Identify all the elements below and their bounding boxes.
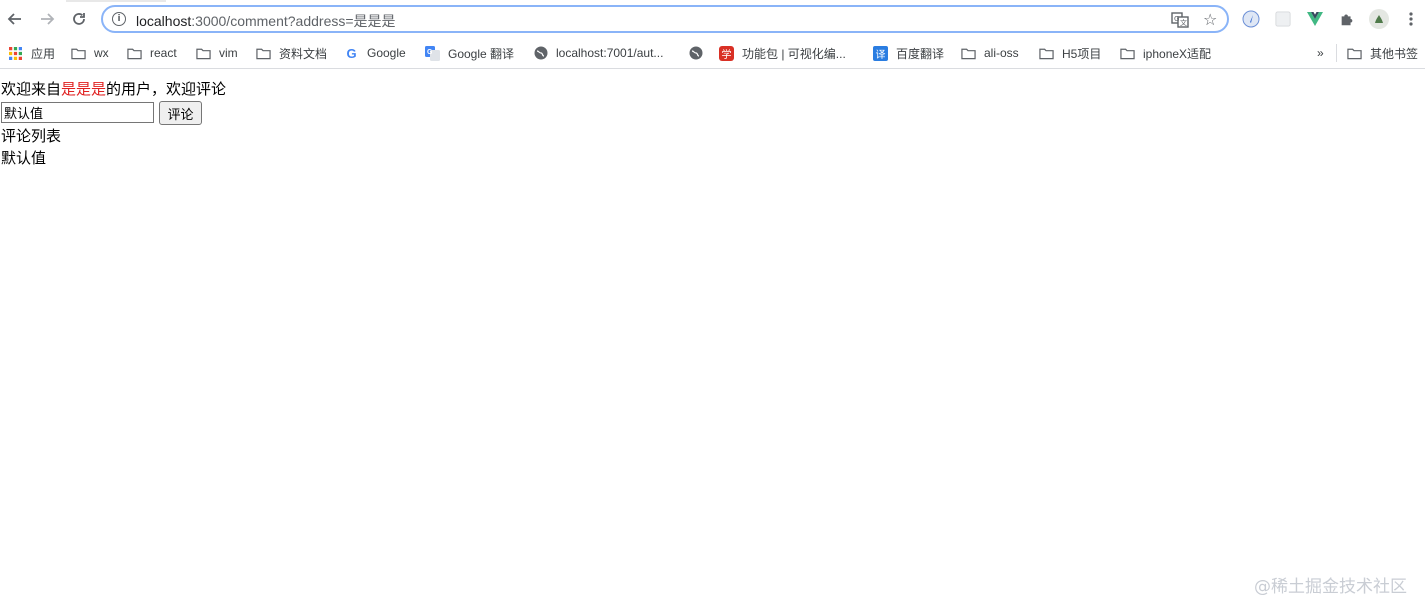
url-text[interactable]: localhost:3000/comment?address=是是是 [136, 11, 396, 31]
folder-icon [196, 46, 211, 61]
bookmark-label: 应用 [31, 46, 56, 61]
folder-icon [961, 46, 976, 61]
vue-devtools-icon[interactable] [1305, 9, 1325, 29]
back-button[interactable] [5, 9, 25, 29]
browser-menu-icon[interactable] [1401, 9, 1421, 29]
folder-icon [71, 46, 86, 61]
bookmark-label: H5项目 [1062, 46, 1102, 61]
url-host: localhost [136, 13, 192, 29]
globe-icon [688, 46, 703, 61]
bookmark-label: wx [94, 46, 109, 60]
bookmark-google-translate[interactable]: G Google 翻译 [425, 43, 514, 63]
bookmark-label: 功能包 | 可视化编... [742, 46, 846, 61]
url-path: :3000/comment?address=是是是 [191, 13, 396, 29]
reload-button[interactable] [69, 9, 89, 29]
extension-compass-icon[interactable] [1241, 9, 1261, 29]
bookmark-star-icon[interactable]: ☆ [1203, 10, 1217, 30]
svg-text:G: G [427, 49, 433, 56]
extension-blank-icon[interactable] [1273, 9, 1293, 29]
bookmark-label: 其他书签 [1370, 46, 1419, 61]
profile-avatar-icon[interactable] [1369, 9, 1389, 29]
svg-text:G: G [1174, 15, 1179, 23]
bookmark-label: vim [219, 46, 238, 60]
extensions-puzzle-icon[interactable] [1337, 9, 1357, 29]
bookmark-apps[interactable]: 应用 [8, 43, 55, 63]
comment-list-title: 评论列表 [1, 127, 62, 145]
bookmark-other[interactable]: 其他书签 [1347, 43, 1418, 63]
folder-icon [1347, 46, 1362, 61]
bookmark-google[interactable]: G Google [344, 43, 406, 63]
bookmark-folder-h5[interactable]: H5项目 [1039, 43, 1101, 63]
svg-text:文: 文 [1180, 18, 1187, 27]
welcome-prefix: 欢迎来自 [1, 80, 62, 98]
site-info-icon[interactable]: i [112, 12, 126, 26]
welcome-message: 欢迎来自是是是的用户，欢迎评论 [1, 80, 226, 98]
overflow-label: » [1317, 46, 1324, 60]
address-bar[interactable]: i localhost:3000/comment?address=是是是 G 文… [101, 5, 1229, 33]
bookmark-label: 资料文档 [279, 46, 328, 61]
bookmark-label: Google [367, 46, 406, 60]
bookmark-folder-docs[interactable]: 资料文档 [256, 43, 327, 63]
welcome-suffix: 的用户，欢迎评论 [106, 80, 227, 98]
comment-list-item: 默认值 [1, 149, 47, 167]
bookmarks-bar: 应用 wx react vim 资料文档 G Google G Google 翻… [0, 38, 1425, 69]
google-translate-icon: G [425, 45, 440, 61]
forward-button[interactable] [37, 9, 57, 29]
welcome-address: 是是是 [61, 80, 107, 98]
bookmark-folder-wx[interactable]: wx [71, 43, 109, 63]
folder-icon [256, 46, 271, 61]
baidu-translate-icon: 译 [873, 45, 888, 61]
watermark: @稀土掘金技术社区 [1254, 577, 1407, 597]
google-icon: G [346, 45, 357, 61]
bookmark-label: 百度翻译 [896, 46, 945, 61]
folder-icon [1039, 46, 1054, 61]
bookmark-feature-pack[interactable]: 学 功能包 | 可视化编... [719, 43, 846, 63]
globe-icon [533, 46, 548, 61]
tab-strip-edge [66, 0, 166, 2]
bookmark-folder-ali-oss[interactable]: ali-oss [961, 43, 1019, 63]
bookmark-folder-react[interactable]: react [127, 43, 177, 63]
forward-arrow-icon [41, 13, 55, 25]
bookmark-label: iphoneX适配 [1143, 46, 1212, 61]
xue-icon: 学 [719, 45, 734, 61]
bookmark-label: Google 翻译 [448, 46, 515, 61]
bookmarks-overflow-button[interactable]: » [1317, 43, 1324, 63]
bookmark-folder-vim[interactable]: vim [196, 43, 238, 63]
bookmark-globe-untitled[interactable] [688, 43, 711, 63]
browser-toolbar: i localhost:3000/comment?address=是是是 G 文… [0, 0, 1425, 38]
bookmark-localhost[interactable]: localhost:7001/aut... [533, 43, 663, 63]
bookmarks-separator [1336, 44, 1337, 62]
bookmark-label: ali-oss [984, 46, 1019, 60]
apps-grid-icon [8, 46, 23, 61]
bookmark-baidu-translate[interactable]: 译 百度翻译 [873, 43, 944, 63]
folder-icon [1120, 46, 1135, 61]
bookmark-label: react [150, 46, 177, 60]
reload-icon [73, 13, 85, 25]
folder-icon [127, 46, 142, 61]
comment-input[interactable] [1, 102, 154, 123]
page-content: 欢迎来自是是是的用户，欢迎评论 评论 评论列表 默认值 @稀土掘金技术社区 [0, 70, 1425, 612]
bookmark-folder-iphonex[interactable]: iphoneX适配 [1120, 43, 1211, 63]
bookmark-label: localhost:7001/aut... [556, 46, 664, 60]
translate-icon[interactable]: G 文 [1171, 11, 1189, 29]
comment-submit-button[interactable]: 评论 [159, 101, 202, 125]
back-arrow-icon [7, 13, 21, 25]
